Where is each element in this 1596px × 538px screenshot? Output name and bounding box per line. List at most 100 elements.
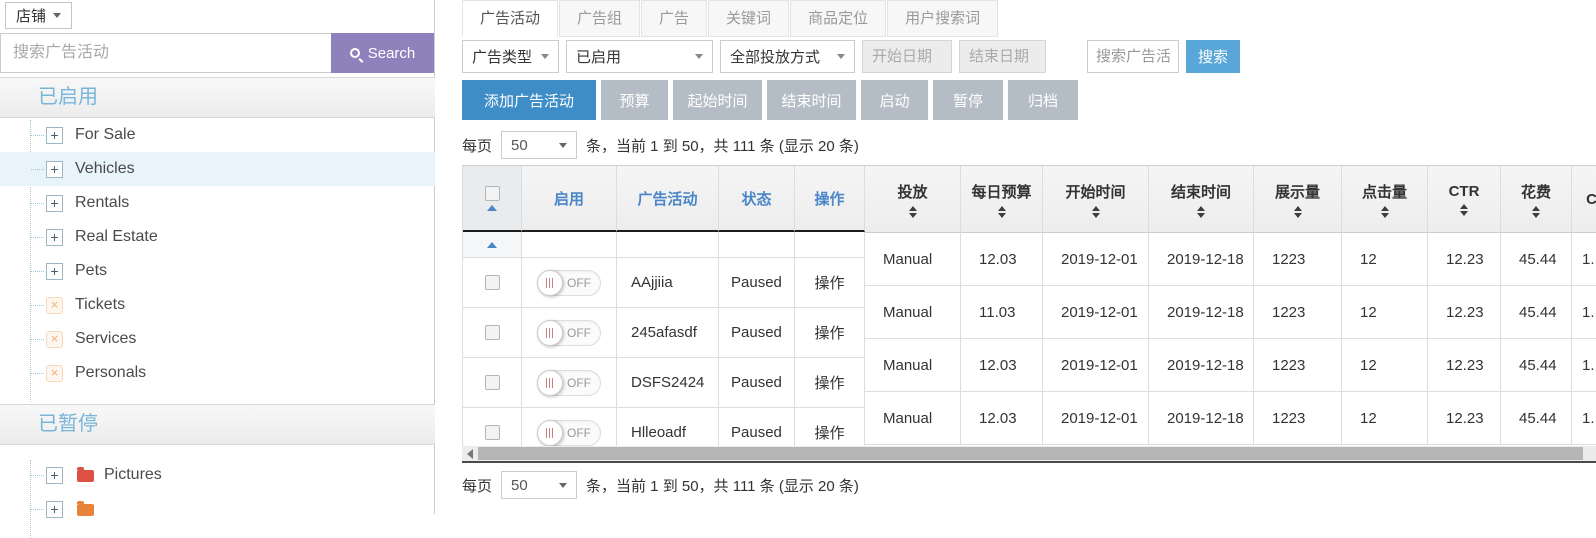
header-enable[interactable]: 启用 bbox=[522, 166, 617, 232]
status-cell: Paused bbox=[719, 408, 795, 446]
tree-item-label: Vehicles bbox=[75, 160, 135, 178]
tree-item-partial[interactable] bbox=[0, 492, 435, 526]
tree-item-pets[interactable]: Pets bbox=[0, 254, 435, 288]
plus-box-icon[interactable] bbox=[46, 263, 63, 280]
enable-toggle[interactable]: OFF bbox=[537, 320, 601, 346]
budget-button[interactable]: 预算 bbox=[601, 80, 668, 120]
tree-item-real-estate[interactable]: Real Estate bbox=[0, 220, 435, 254]
sidebar-search-input[interactable] bbox=[0, 33, 331, 73]
header-status[interactable]: 状态 bbox=[719, 166, 795, 232]
enable-button[interactable]: 启动 bbox=[861, 80, 928, 120]
tab-search-terms[interactable]: 用户搜索词 bbox=[887, 0, 998, 37]
start-date-cell: 2019-12-01 bbox=[1043, 233, 1149, 286]
select-all-header[interactable] bbox=[463, 166, 522, 232]
sort-icon bbox=[1460, 204, 1468, 216]
targeting-select[interactable]: 全部投放方式 bbox=[720, 40, 855, 73]
header-label: CTR bbox=[1449, 183, 1480, 200]
table-row: OFF AAjjiia Paused 操作 bbox=[463, 258, 865, 308]
end-time-button[interactable]: 结束时间 bbox=[767, 80, 856, 120]
enable-toggle[interactable]: OFF bbox=[537, 270, 601, 296]
sidebar-search-button[interactable]: Search bbox=[331, 33, 434, 73]
campaign-name-cell[interactable]: AAjjiia bbox=[617, 258, 719, 308]
header-campaign[interactable]: 广告活动 bbox=[617, 166, 719, 232]
enable-toggle[interactable]: OFF bbox=[537, 370, 601, 396]
header-partial[interactable]: C bbox=[1572, 166, 1596, 233]
section-title-enabled: 已启用 bbox=[0, 77, 435, 118]
campaign-name-cell[interactable]: 245afasdf bbox=[617, 308, 719, 358]
add-campaign-button[interactable]: 添加广告活动 bbox=[462, 80, 596, 120]
action-cell[interactable]: 操作 bbox=[795, 358, 865, 408]
per-page-select[interactable]: 50 bbox=[501, 471, 577, 499]
table-row: Manual 12.03 2019-12-01 2019-12-18 1223 … bbox=[865, 339, 1596, 392]
tab-product-targeting[interactable]: 商品定位 bbox=[790, 0, 886, 37]
tab-keywords[interactable]: 关键词 bbox=[708, 0, 789, 37]
row-select-cell bbox=[463, 408, 522, 446]
header-daily-budget[interactable]: 每日预算 bbox=[961, 166, 1043, 233]
plus-box-icon[interactable] bbox=[46, 467, 63, 484]
action-cell[interactable]: 操作 bbox=[795, 308, 865, 358]
plus-box-icon[interactable] bbox=[46, 127, 63, 144]
start-time-button[interactable]: 起始时间 bbox=[673, 80, 762, 120]
header-end-time[interactable]: 结束时间 bbox=[1149, 166, 1254, 233]
header-clicks[interactable]: 点击量 bbox=[1342, 166, 1428, 233]
daily-budget-cell: 11.03 bbox=[961, 286, 1043, 339]
sub-row-cell bbox=[795, 232, 865, 258]
filter-search-button[interactable]: 搜索 bbox=[1186, 40, 1240, 73]
per-page-select[interactable]: 50 bbox=[501, 131, 577, 159]
status-select[interactable]: 已启用 bbox=[566, 40, 713, 73]
sub-row-cell bbox=[522, 232, 617, 258]
row-checkbox[interactable] bbox=[485, 425, 500, 440]
plus-box-icon[interactable] bbox=[46, 161, 63, 178]
tree-item-for-sale[interactable]: For Sale bbox=[0, 118, 435, 152]
end-date-input[interactable] bbox=[959, 40, 1046, 73]
store-dropdown[interactable]: 店铺 bbox=[5, 2, 72, 29]
campaign-name-cell[interactable]: Hlleoadf bbox=[617, 408, 719, 446]
tree-item-tickets[interactable]: Tickets bbox=[0, 288, 435, 322]
delivery-cell: Manual bbox=[865, 392, 961, 445]
select-all-checkbox[interactable] bbox=[485, 186, 500, 201]
header-label: 花费 bbox=[1521, 181, 1551, 202]
tab-ads[interactable]: 广告 bbox=[641, 0, 707, 37]
row-checkbox[interactable] bbox=[485, 325, 500, 340]
spend-cell: 45.44 bbox=[1501, 233, 1572, 286]
header-action[interactable]: 操作 bbox=[795, 166, 865, 232]
row-toggle-cell: OFF bbox=[522, 258, 617, 308]
row-select-cell bbox=[463, 258, 522, 308]
action-cell[interactable]: 操作 bbox=[795, 258, 865, 308]
header-ctr[interactable]: CTR bbox=[1428, 166, 1501, 233]
sort-icon bbox=[1532, 206, 1540, 218]
ad-type-select[interactable]: 广告类型 bbox=[462, 40, 559, 73]
plus-box-icon[interactable] bbox=[46, 195, 63, 212]
campaign-name-cell[interactable]: DSFS2424 bbox=[617, 358, 719, 408]
horizontal-scrollbar[interactable] bbox=[462, 446, 1596, 461]
archive-button[interactable]: 归档 bbox=[1008, 80, 1078, 120]
campaign-search-input[interactable] bbox=[1087, 40, 1179, 73]
row-checkbox[interactable] bbox=[485, 375, 500, 390]
action-cell[interactable]: 操作 bbox=[795, 408, 865, 446]
clicks-cell: 12 bbox=[1342, 286, 1428, 339]
enable-toggle[interactable]: OFF bbox=[537, 420, 601, 446]
start-date-input[interactable] bbox=[862, 40, 952, 73]
header-start-time[interactable]: 开始时间 bbox=[1043, 166, 1149, 233]
pause-button[interactable]: 暂停 bbox=[933, 80, 1003, 120]
scroll-left-arrow-icon[interactable] bbox=[467, 449, 473, 459]
tree-item-pictures[interactable]: Pictures bbox=[0, 458, 435, 492]
sub-row-cell bbox=[617, 232, 719, 258]
tree-item-services[interactable]: Services bbox=[0, 322, 435, 356]
plus-box-icon[interactable] bbox=[46, 229, 63, 246]
header-label: 展示量 bbox=[1275, 181, 1320, 202]
header-delivery[interactable]: 投放 bbox=[865, 166, 961, 233]
row-checkbox[interactable] bbox=[485, 275, 500, 290]
header-impressions[interactable]: 展示量 bbox=[1254, 166, 1342, 233]
enabled-tree: For Sale Vehicles Rentals Real Estate Pe… bbox=[0, 118, 435, 390]
tab-campaigns[interactable]: 广告活动 bbox=[462, 0, 558, 37]
header-spend[interactable]: 花费 bbox=[1501, 166, 1572, 233]
table-row: OFF 245afasdf Paused 操作 bbox=[463, 308, 865, 358]
scrollbar-thumb[interactable] bbox=[478, 447, 1583, 460]
tree-item-rentals[interactable]: Rentals bbox=[0, 186, 435, 220]
tab-ad-groups[interactable]: 广告组 bbox=[559, 0, 640, 37]
plus-box-icon[interactable] bbox=[46, 501, 63, 518]
tree-item-personals[interactable]: Personals bbox=[0, 356, 435, 390]
status-cell: Paused bbox=[719, 258, 795, 308]
tree-item-vehicles[interactable]: Vehicles bbox=[0, 152, 435, 186]
